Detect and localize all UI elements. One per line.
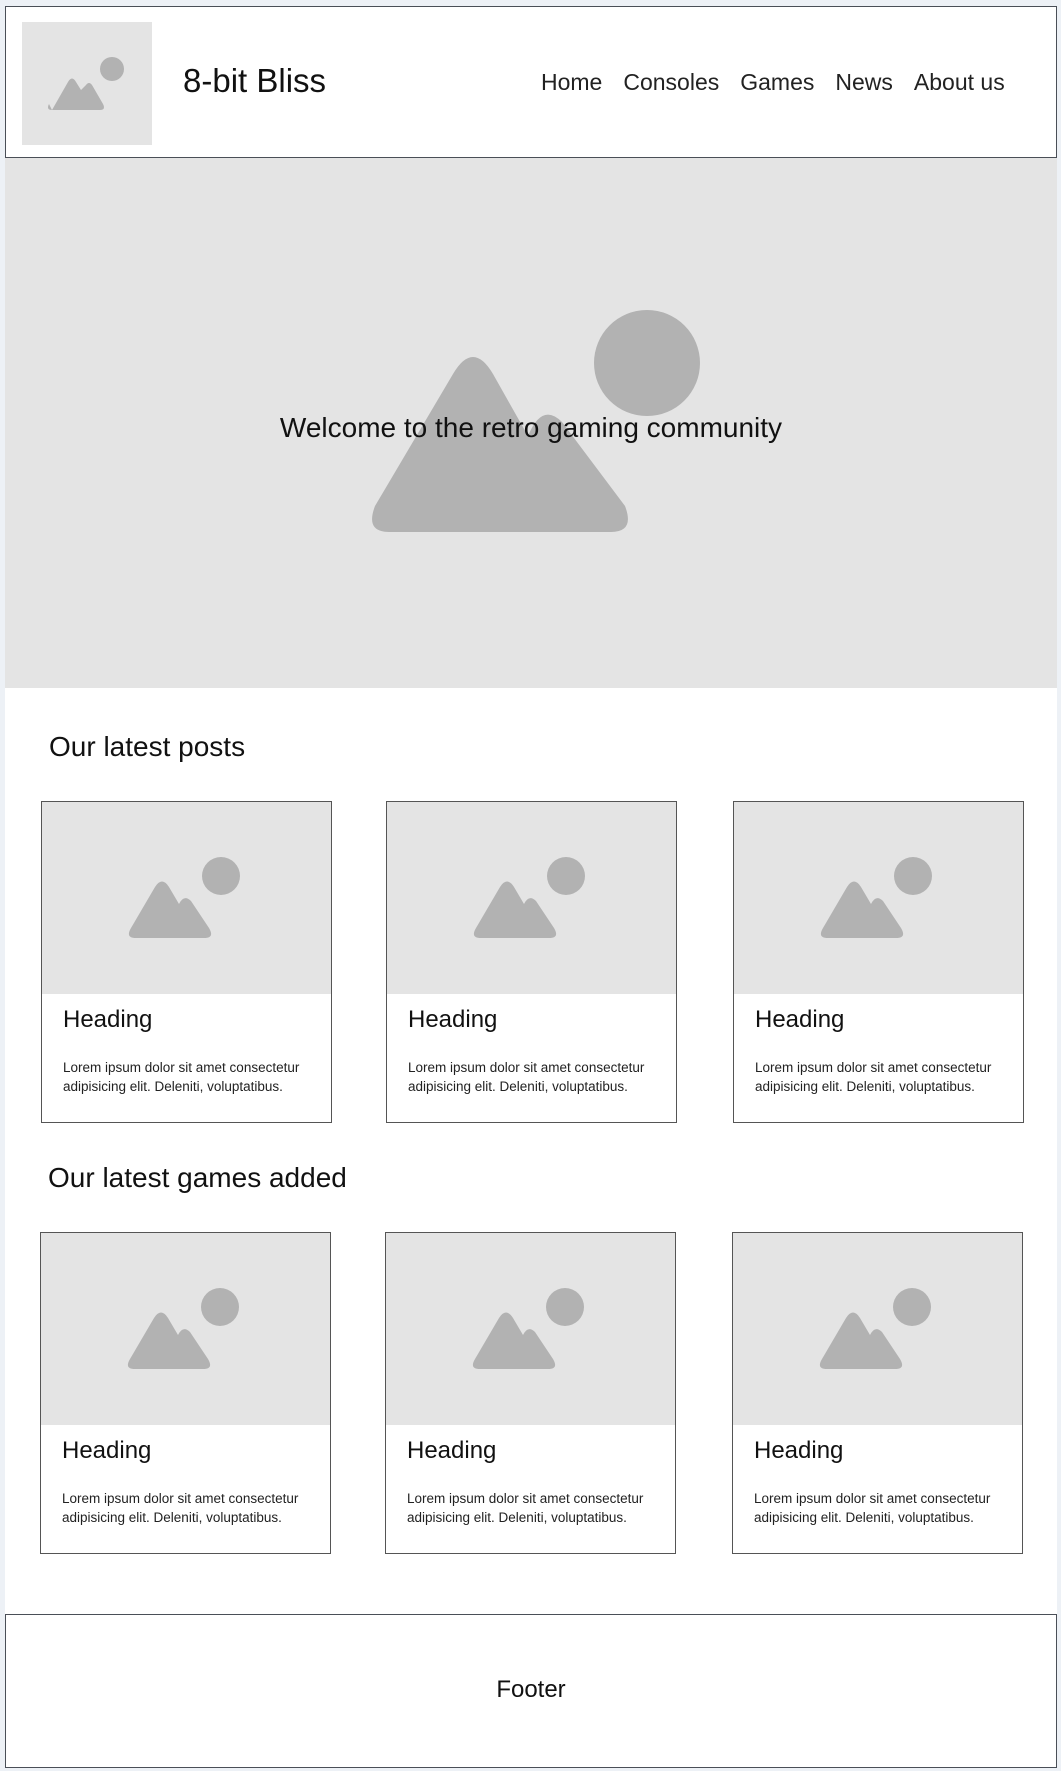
image-placeholder-icon — [48, 57, 124, 110]
card-heading: Heading — [407, 1437, 497, 1464]
card-body: Lorem ipsum dolor sit amet consectetur a… — [755, 1060, 992, 1094]
game-card[interactable]: Heading Lorem ipsum dolor sit amet conse… — [40, 1232, 331, 1554]
card-image — [41, 1233, 330, 1425]
card-image — [42, 802, 331, 994]
card-image — [386, 1233, 675, 1425]
card-image — [733, 1233, 1022, 1425]
site-footer: Footer — [5, 1614, 1057, 1768]
page: 8-bit Bliss Home Consoles Games News Abo… — [5, 6, 1057, 1768]
image-placeholder-icon — [472, 1288, 584, 1369]
nav-item-home[interactable]: Home — [541, 69, 602, 95]
image-placeholder-icon — [820, 857, 932, 938]
site-header: 8-bit Bliss Home Consoles Games News Abo… — [5, 6, 1057, 158]
logo[interactable] — [22, 22, 152, 145]
card-heading: Heading — [62, 1437, 152, 1464]
hero-headline: Welcome to the retro gaming community — [279, 412, 783, 443]
post-card[interactable]: Heading Lorem ipsum dolor sit amet conse… — [41, 801, 332, 1123]
card-body: Lorem ipsum dolor sit amet consectetur a… — [63, 1060, 300, 1094]
image-placeholder-icon — [819, 1288, 931, 1369]
card-body: Lorem ipsum dolor sit amet consectetur a… — [62, 1491, 299, 1525]
card-image — [734, 802, 1023, 994]
nav-item-about-us[interactable]: About us — [914, 69, 1005, 95]
card-heading: Heading — [755, 1006, 845, 1033]
nav-item-consoles[interactable]: Consoles — [623, 69, 719, 95]
game-card[interactable]: Heading Lorem ipsum dolor sit amet conse… — [385, 1232, 676, 1554]
image-placeholder-icon — [127, 1288, 239, 1369]
card-body: Lorem ipsum dolor sit amet consectetur a… — [407, 1491, 644, 1525]
game-card[interactable]: Heading Lorem ipsum dolor sit amet conse… — [732, 1232, 1023, 1554]
card-body: Lorem ipsum dolor sit amet consectetur a… — [754, 1491, 991, 1525]
post-card[interactable]: Heading Lorem ipsum dolor sit amet conse… — [733, 801, 1024, 1123]
card-heading: Heading — [754, 1437, 844, 1464]
card-body: Lorem ipsum dolor sit amet consectetur a… — [408, 1060, 645, 1094]
card-heading: Heading — [63, 1006, 153, 1033]
card-image — [387, 802, 676, 994]
nav-item-news[interactable]: News — [835, 69, 893, 95]
card-heading: Heading — [408, 1006, 498, 1033]
footer-text: Footer — [496, 1676, 566, 1703]
post-card[interactable]: Heading Lorem ipsum dolor sit amet conse… — [386, 801, 677, 1123]
nav-item-games[interactable]: Games — [740, 69, 814, 95]
site-title[interactable]: 8-bit Bliss — [183, 62, 326, 100]
hero-banner: Welcome to the retro gaming community — [5, 158, 1057, 688]
main-nav: Home Consoles Games News About us — [541, 69, 1005, 95]
image-placeholder-icon — [473, 857, 585, 938]
image-placeholder-icon — [128, 857, 240, 938]
latest-posts-title: Our latest posts — [49, 731, 246, 762]
latest-games-title: Our latest games added — [48, 1162, 347, 1193]
